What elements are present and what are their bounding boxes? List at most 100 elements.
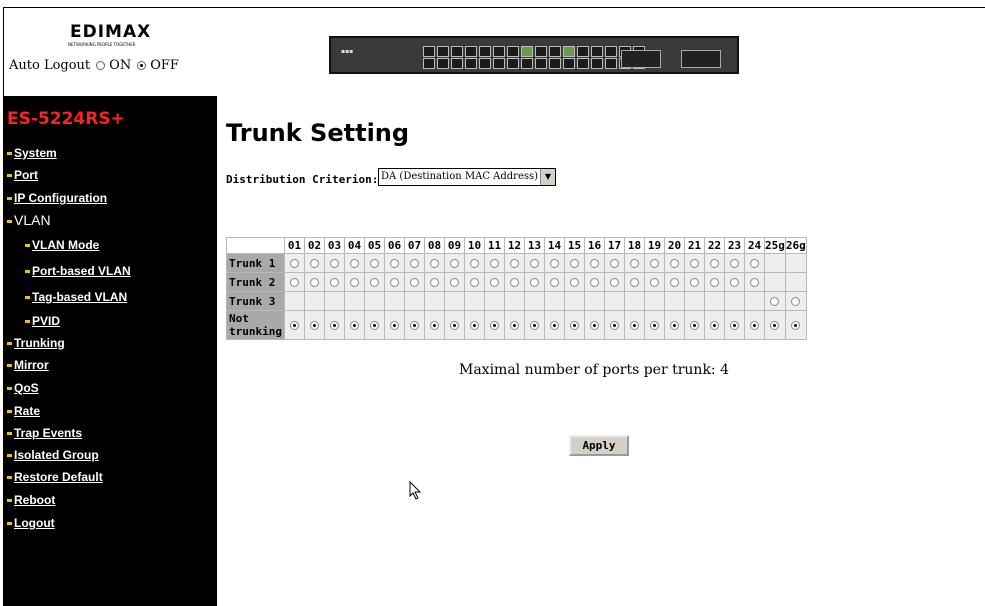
sidebar-item-tag-based-vlan[interactable]: Tag-based VLAN (25, 290, 127, 304)
sidebar-item-qos[interactable]: QoS (7, 381, 39, 395)
sidebar-item-vlan[interactable]: VLAN (7, 212, 51, 228)
trunk-radio[interactable] (350, 321, 359, 330)
trunk-radio[interactable] (730, 321, 739, 330)
trunk-radio[interactable] (470, 321, 479, 330)
trunk-radio[interactable] (530, 278, 539, 287)
trunk-radio[interactable] (690, 259, 699, 268)
trunk-radio[interactable] (650, 259, 659, 268)
trunk-radio[interactable] (490, 278, 499, 287)
sidebar-item-restore-default[interactable]: Restore Default (7, 470, 103, 484)
sidebar-item-reboot[interactable]: Reboot (7, 493, 55, 507)
trunk-radio[interactable] (750, 321, 759, 330)
trunk-radio[interactable] (650, 321, 659, 330)
trunk-radio[interactable] (630, 259, 639, 268)
trunk-radio[interactable] (510, 278, 519, 287)
sidebar-item-system[interactable]: System (7, 146, 57, 160)
trunk-radio[interactable] (570, 321, 579, 330)
sidebar-item-port-based-vlan[interactable]: Port-based VLAN (25, 264, 131, 278)
sidebar-item-rate[interactable]: Rate (7, 404, 40, 418)
trunk-cell (464, 272, 485, 292)
auto-logout-off-radio[interactable] (137, 61, 147, 70)
trunk-radio[interactable] (390, 321, 399, 330)
trunk-radio[interactable] (730, 259, 739, 268)
trunk-radio[interactable] (710, 278, 719, 287)
trunk-radio[interactable] (670, 278, 679, 287)
trunk-radio[interactable] (710, 259, 719, 268)
trunk-radio[interactable] (450, 259, 459, 268)
trunk-radio[interactable] (430, 259, 439, 268)
trunk-radio[interactable] (630, 321, 639, 330)
trunk-radio[interactable] (550, 259, 559, 268)
trunk-radio[interactable] (330, 278, 339, 287)
trunk-radio[interactable] (350, 259, 359, 268)
trunk-radio[interactable] (710, 321, 719, 330)
sidebar-item-logout[interactable]: Logout (7, 516, 55, 530)
trunk-radio[interactable] (510, 259, 519, 268)
trunk-radio[interactable] (450, 321, 459, 330)
auto-logout-on-radio[interactable] (96, 61, 106, 70)
sidebar-item-vlan-mode[interactable]: VLAN Mode (25, 238, 99, 252)
trunk-cell (704, 310, 725, 340)
trunk-radio[interactable] (290, 321, 299, 330)
trunk-radio[interactable] (410, 321, 419, 330)
sidebar-item-mirror[interactable]: Mirror (7, 358, 49, 372)
trunk-radio[interactable] (590, 278, 599, 287)
trunk-radio[interactable] (610, 259, 619, 268)
sidebar-item-trap-events[interactable]: Trap Events (7, 426, 82, 440)
trunk-radio[interactable] (650, 278, 659, 287)
trunk-radio[interactable] (410, 259, 419, 268)
trunk-radio[interactable] (470, 278, 479, 287)
trunk-radio[interactable] (470, 259, 479, 268)
trunk-radio[interactable] (430, 278, 439, 287)
trunk-radio[interactable] (450, 278, 459, 287)
trunk-radio[interactable] (570, 259, 579, 268)
trunk-radio[interactable] (610, 278, 619, 287)
trunk-radio[interactable] (370, 259, 379, 268)
trunk-radio[interactable] (590, 259, 599, 268)
trunk-radio[interactable] (550, 278, 559, 287)
trunk-radio[interactable] (690, 321, 699, 330)
trunk-radio[interactable] (550, 321, 559, 330)
trunk-radio[interactable] (590, 321, 599, 330)
trunk-radio[interactable] (310, 321, 319, 330)
trunk-radio[interactable] (670, 259, 679, 268)
trunk-radio[interactable] (390, 259, 399, 268)
apply-button[interactable]: Apply (569, 435, 629, 456)
trunk-radio[interactable] (570, 278, 579, 287)
trunk-radio[interactable] (330, 259, 339, 268)
trunk-radio[interactable] (430, 321, 439, 330)
trunk-radio[interactable] (730, 278, 739, 287)
trunk-radio[interactable] (670, 321, 679, 330)
sidebar-item-trunking[interactable]: Trunking (7, 336, 65, 350)
trunk-radio[interactable] (310, 278, 319, 287)
trunk-radio[interactable] (290, 259, 299, 268)
trunk-radio[interactable] (290, 278, 299, 287)
trunk-radio[interactable] (630, 278, 639, 287)
trunk-radio[interactable] (690, 278, 699, 287)
sidebar-item-ip-configuration[interactable]: IP Configuration (7, 191, 107, 205)
trunk-radio[interactable] (370, 321, 379, 330)
trunk-radio[interactable] (390, 278, 399, 287)
trunk-radio[interactable] (530, 321, 539, 330)
trunk-radio[interactable] (490, 321, 499, 330)
trunk-radio[interactable] (350, 278, 359, 287)
trunk-radio[interactable] (310, 259, 319, 268)
trunk-radio[interactable] (530, 259, 539, 268)
sidebar-item-isolated-group[interactable]: Isolated Group (7, 448, 99, 462)
trunk-radio[interactable] (510, 321, 519, 330)
trunk-radio[interactable] (750, 278, 759, 287)
trunk-radio[interactable] (750, 259, 759, 268)
sidebar-item-port[interactable]: Port (7, 168, 38, 182)
distribution-criterion-select[interactable]: DA (Destination MAC Address) ▼ (378, 168, 556, 186)
trunk-radio[interactable] (791, 297, 801, 306)
trunk-radio[interactable] (490, 259, 499, 268)
trunk-radio[interactable] (410, 278, 419, 287)
trunk-radio[interactable] (770, 321, 780, 330)
sidebar-item-pvid[interactable]: PVID (25, 314, 60, 328)
trunk-radio[interactable] (770, 297, 780, 306)
trunk-radio[interactable] (791, 321, 801, 330)
trunk-radio[interactable] (330, 321, 339, 330)
trunk-radio[interactable] (610, 321, 619, 330)
dropdown-arrow-icon[interactable]: ▼ (540, 169, 555, 185)
trunk-radio[interactable] (370, 278, 379, 287)
